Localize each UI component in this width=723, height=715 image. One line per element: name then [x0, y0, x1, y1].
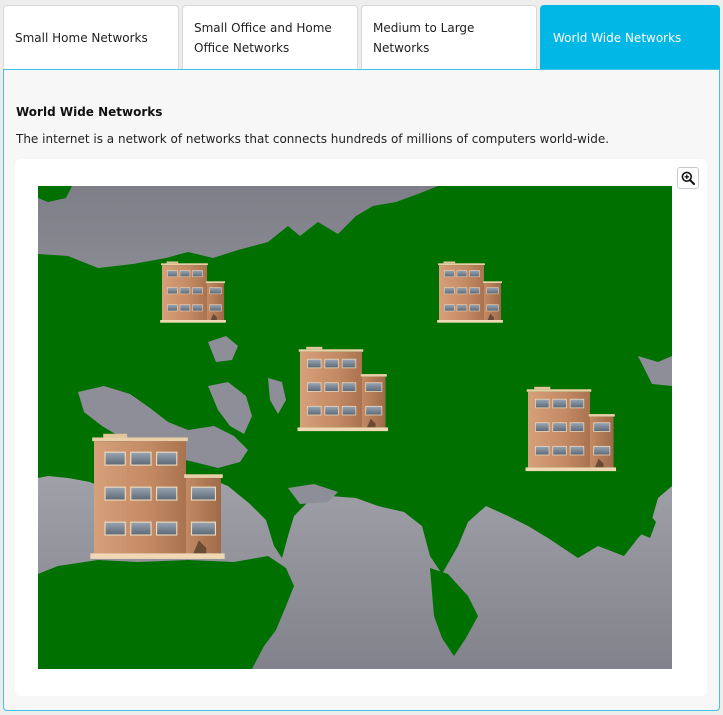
tab-label: Medium to Large Networks — [373, 20, 475, 55]
tab-bar: Small Home Networks Small Office and Hom… — [3, 5, 720, 69]
tab-world-wide-networks[interactable]: World Wide Networks — [540, 5, 720, 69]
zoom-in-icon — [681, 171, 695, 185]
zoom-in-button[interactable] — [677, 167, 699, 189]
tab-label: Small Home Networks — [15, 30, 148, 45]
tab-panel: World Wide Networks The internet is a ne… — [3, 69, 720, 711]
world-map-image — [38, 186, 672, 669]
tab-label: World Wide Networks — [553, 30, 682, 45]
panel-title: World Wide Networks — [16, 105, 163, 119]
panel-description: The internet is a network of networks th… — [16, 132, 610, 146]
figure-container — [15, 159, 707, 696]
tab-small-home-networks[interactable]: Small Home Networks — [3, 5, 179, 69]
tab-medium-to-large-networks[interactable]: Medium to Large Networks — [361, 5, 537, 69]
tab-small-office-home-office-networks[interactable]: Small Office and Home Office Networks — [182, 5, 358, 69]
tab-label: Small Office and Home Office Networks — [194, 20, 332, 55]
